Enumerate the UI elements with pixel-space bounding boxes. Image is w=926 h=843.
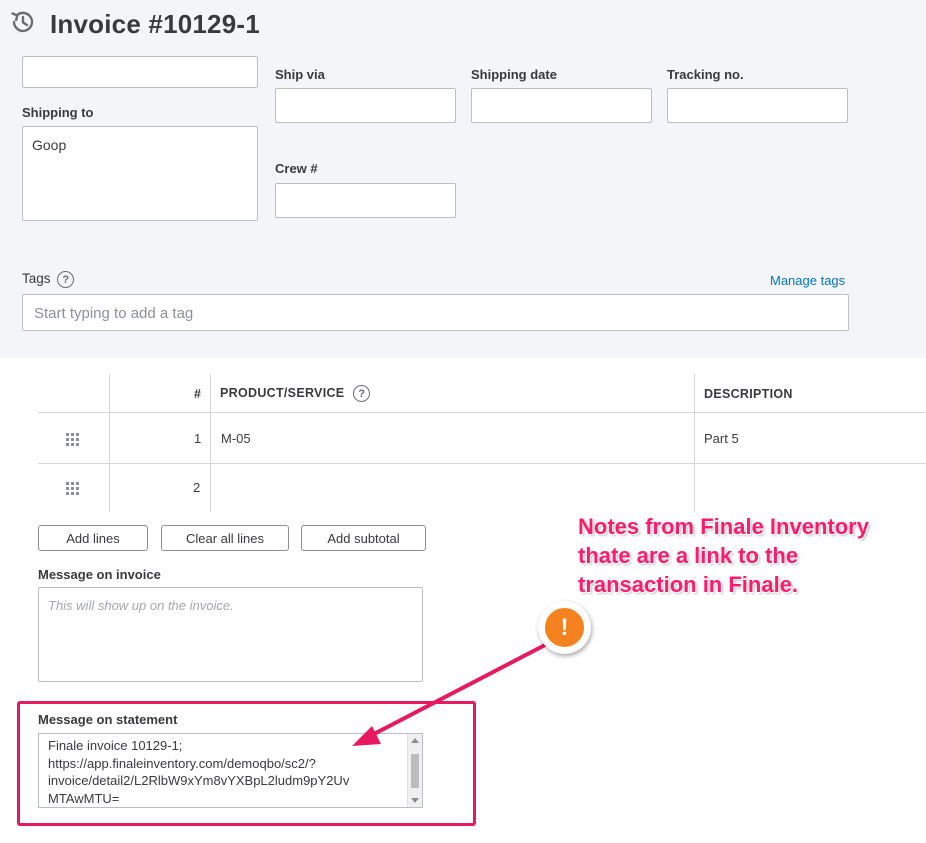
help-icon[interactable]: ? — [353, 385, 371, 402]
shipping-date-input[interactable] — [471, 88, 652, 123]
shipping-to-textarea[interactable]: Goop — [22, 126, 258, 221]
tracking-no-input[interactable] — [667, 88, 848, 123]
shipping-to-value: Goop — [32, 137, 67, 153]
tags-input[interactable]: Start typing to add a tag — [22, 294, 849, 331]
scroll-thumb[interactable] — [411, 754, 419, 788]
add-subtotal-button[interactable]: Add subtotal — [301, 525, 426, 551]
table-divider — [210, 374, 211, 512]
row-description[interactable]: Part 5 — [704, 431, 739, 446]
add-lines-button[interactable]: Add lines — [38, 525, 148, 551]
col-header-description: DESCRIPTION — [704, 387, 793, 401]
shipping-date-label: Shipping date — [471, 67, 557, 82]
col-header-product-label: PRODUCT/SERVICE — [220, 385, 345, 400]
warning-badge-icon: ! — [538, 601, 591, 654]
annotation-note: Notes from Finale Inventory thate are a … — [578, 512, 869, 599]
drag-handle-icon[interactable] — [66, 482, 79, 495]
message-on-statement-value: Finale invoice 10129-1; https://app.fina… — [48, 738, 350, 806]
message-on-invoice-placeholder: This will show up on the invoice. — [48, 598, 234, 613]
drag-handle-icon[interactable] — [66, 433, 79, 446]
table-divider — [109, 374, 110, 512]
annotation-line: Notes from Finale Inventory — [578, 514, 869, 539]
message-on-invoice-label: Message on invoice — [38, 567, 161, 582]
table-divider — [694, 374, 695, 512]
col-header-number: # — [194, 387, 202, 401]
message-on-statement-textarea[interactable]: Finale invoice 10129-1; https://app.fina… — [38, 733, 423, 808]
annotation-line: thate are a link to the — [578, 543, 799, 568]
col-header-product: PRODUCT/SERVICE ? — [220, 385, 371, 402]
scroll-up-icon[interactable] — [411, 738, 419, 743]
row-number: 1 — [194, 431, 202, 446]
tags-label-text: Tags — [22, 271, 51, 287]
tags-placeholder: Start typing to add a tag — [34, 305, 194, 322]
title-row: Invoice #10129-1 — [8, 6, 260, 42]
crew-label: Crew # — [275, 161, 318, 176]
recent-history-icon[interactable] — [8, 7, 38, 42]
row-number: 2 — [193, 480, 201, 495]
table-divider — [38, 412, 926, 413]
address-field[interactable] — [22, 56, 258, 88]
shipping-to-label: Shipping to — [22, 105, 94, 120]
tracking-no-label: Tracking no. — [667, 67, 744, 82]
vertical-scrollbar[interactable] — [407, 734, 422, 807]
message-on-statement-label: Message on statement — [38, 712, 178, 727]
table-divider — [38, 463, 926, 464]
tags-label: Tags ? — [22, 271, 75, 288]
crew-input[interactable] — [275, 183, 456, 218]
help-icon[interactable]: ? — [57, 271, 75, 288]
ship-via-label: Ship via — [275, 67, 325, 82]
clear-all-lines-button[interactable]: Clear all lines — [161, 525, 289, 551]
annotation-line: transaction in Finale. — [578, 572, 799, 597]
ship-via-input[interactable] — [275, 88, 456, 123]
invoice-form-header: Invoice #10129-1 Ship via Shipping date … — [0, 0, 926, 358]
page-title: Invoice #10129-1 — [50, 8, 260, 39]
manage-tags-link[interactable]: Manage tags — [770, 273, 845, 288]
row-product[interactable]: M-05 — [221, 431, 251, 446]
message-on-invoice-textarea[interactable]: This will show up on the invoice. — [38, 587, 423, 682]
warning-badge-glyph: ! — [560, 613, 569, 641]
scroll-down-icon[interactable] — [411, 798, 419, 803]
